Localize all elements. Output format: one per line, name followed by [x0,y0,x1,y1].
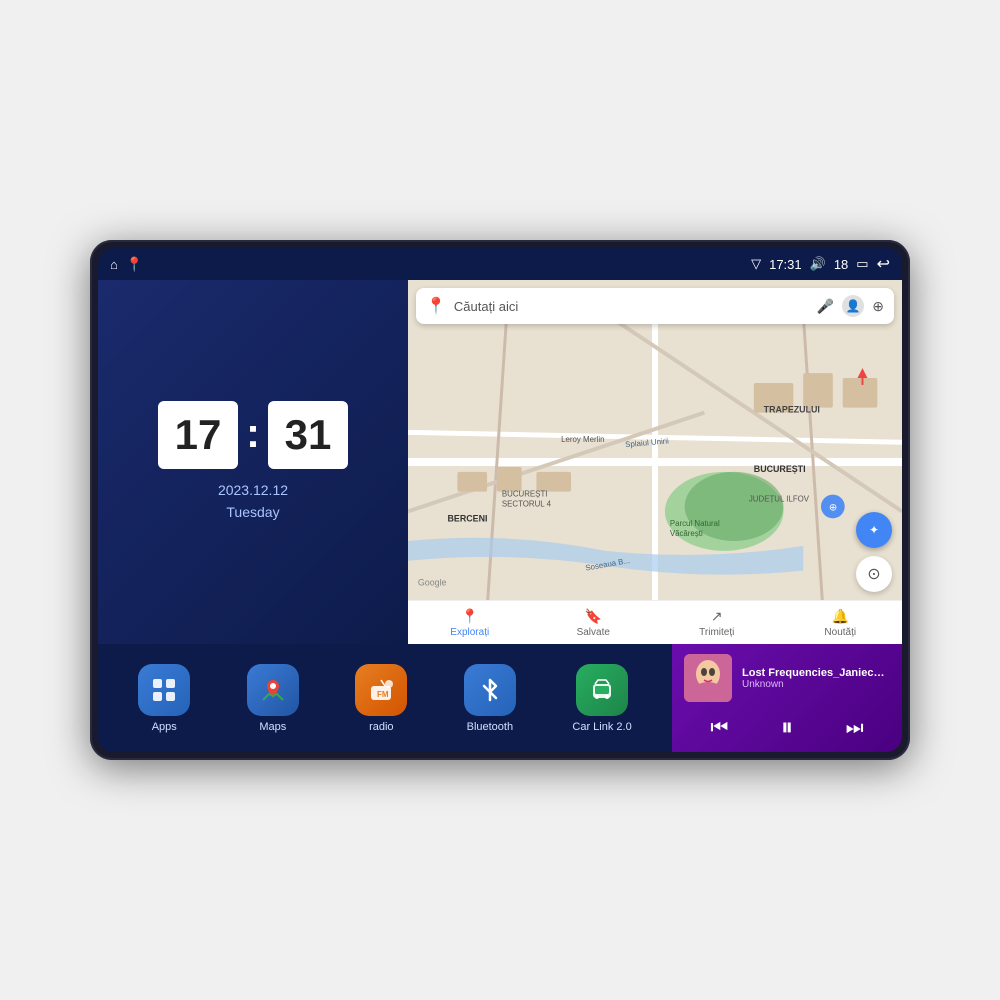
music-next-button[interactable]: ⏭ [842,713,868,744]
music-text: Lost Frequencies_Janieck Devy-... Unknow… [742,667,890,690]
svg-text:BERCENI: BERCENI [448,513,488,523]
apps-icon [138,664,190,716]
app-item-radio[interactable]: FM radio [355,664,407,733]
app-item-maps[interactable]: Maps [247,664,299,733]
app-label-maps: Maps [259,721,286,733]
map-search-pin-icon: 📍 [426,296,446,316]
svg-text:⊕: ⊕ [829,502,837,513]
map-panel[interactable]: TRAPEZULUI BUCUREȘTI JUDEȚUL ILFOV BERCE… [408,280,902,644]
music-title: Lost Frequencies_Janieck Devy-... [742,667,890,679]
maps-app-icon [247,664,299,716]
map-locate-button[interactable]: ⊙ [856,556,892,592]
bluetooth-app-icon [464,664,516,716]
top-section: 17 : 31 2023.12.12 Tuesday [98,280,902,644]
music-info-row: Lost Frequencies_Janieck Devy-... Unknow… [684,654,890,702]
signal-icon: ▽ [751,256,761,272]
send-icon: ↗ [711,608,723,625]
volume-icon: 🔊 [810,256,826,272]
screen: ⌂ 📍 ▽ 17:31 🔊 18 ▭ ↩ 17 : [98,248,902,752]
clock-hour: 17 [158,401,238,469]
map-compass-button[interactable]: ✦ [856,512,892,548]
svg-text:BUCUREȘTI: BUCUREȘTI [502,490,548,499]
svg-text:JUDEȚUL ILFOV: JUDEȚUL ILFOV [749,495,810,504]
home-icon[interactable]: ⌂ [110,257,118,272]
clock-minute: 31 [268,401,348,469]
svg-text:Parcul Natural: Parcul Natural [670,519,720,528]
map-search-text: Căutați aici [454,299,809,314]
car-head-unit: ⌂ 📍 ▽ 17:31 🔊 18 ▭ ↩ 17 : [90,240,910,760]
music-album-art [684,654,732,702]
battery-icon: ▭ [856,256,868,272]
map-nav-saved-label: Salvate [577,627,610,638]
clock-date: 2023.12.12 Tuesday [218,479,288,524]
status-left-icons: ⌂ 📍 [110,256,143,273]
main-content: 17 : 31 2023.12.12 Tuesday [98,280,902,752]
svg-text:Văcărești: Văcărești [670,529,703,538]
map-nav-explore-label: Explorați [450,627,489,638]
svg-text:Leroy Merlin: Leroy Merlin [561,435,604,444]
map-nav-bar: 📍 Explorați 🔖 Salvate ↗ Trimiteți 🔔 [408,600,902,644]
map-nav-news-label: Noutăți [824,627,856,638]
svg-text:Google: Google [418,578,447,588]
location-pin-icon[interactable]: 📍 [126,256,143,273]
svg-text:BUCUREȘTI: BUCUREȘTI [754,464,806,474]
carlink-app-icon [576,664,628,716]
map-user-avatar[interactable]: 👤 [842,295,864,317]
apps-bar: Apps Maps [98,644,672,752]
back-icon[interactable]: ↩ [877,254,890,274]
clock-colon: : [246,409,260,457]
status-right-icons: ▽ 17:31 🔊 18 ▭ ↩ [751,254,890,274]
map-mic-icon[interactable]: 🎤 [817,298,834,315]
svg-text:SECTORUL 4: SECTORUL 4 [502,499,552,508]
volume-level: 18 [834,257,848,272]
music-prev-button[interactable]: ⏮ [706,713,732,744]
map-nav-explore[interactable]: 📍 Explorați [408,608,532,638]
map-svg: TRAPEZULUI BUCUREȘTI JUDEȚUL ILFOV BERCE… [408,280,902,644]
map-layers-icon[interactable]: ⊕ [872,298,884,315]
map-search-bar[interactable]: 📍 Căutați aici 🎤 👤 ⊕ [416,288,894,324]
music-controls: ⏮ ⏸ ⏭ [684,710,890,746]
status-bar: ⌂ 📍 ▽ 17:31 🔊 18 ▭ ↩ [98,248,902,280]
status-time: 17:31 [769,257,802,272]
music-artist: Unknown [742,679,890,690]
map-nav-news[interactable]: 🔔 Noutăți [779,608,903,638]
svg-text:FM: FM [377,690,389,699]
bell-icon: 🔔 [832,608,849,625]
app-item-apps[interactable]: Apps [138,664,190,733]
map-nav-saved[interactable]: 🔖 Salvate [532,608,656,638]
app-item-bluetooth[interactable]: Bluetooth [464,664,516,733]
music-player: Lost Frequencies_Janieck Devy-... Unknow… [672,644,902,752]
explore-icon: 📍 [461,608,478,625]
bookmark-icon: 🔖 [585,608,602,625]
map-nav-send[interactable]: ↗ Trimiteți [655,608,779,638]
app-item-carlink[interactable]: Car Link 2.0 [572,664,631,733]
radio-app-icon: FM [355,664,407,716]
clock-display: 17 : 31 [158,401,348,469]
app-label-apps: Apps [152,721,177,733]
bottom-section: Apps Maps [98,644,902,752]
app-label-radio: radio [369,721,393,733]
music-play-button[interactable]: ⏸ [777,710,797,746]
svg-text:TRAPEZULUI: TRAPEZULUI [764,405,820,415]
app-label-carlink: Car Link 2.0 [572,721,631,733]
map-nav-send-label: Trimiteți [699,627,734,638]
app-label-bluetooth: Bluetooth [467,721,513,733]
clock-panel: 17 : 31 2023.12.12 Tuesday [98,280,408,644]
